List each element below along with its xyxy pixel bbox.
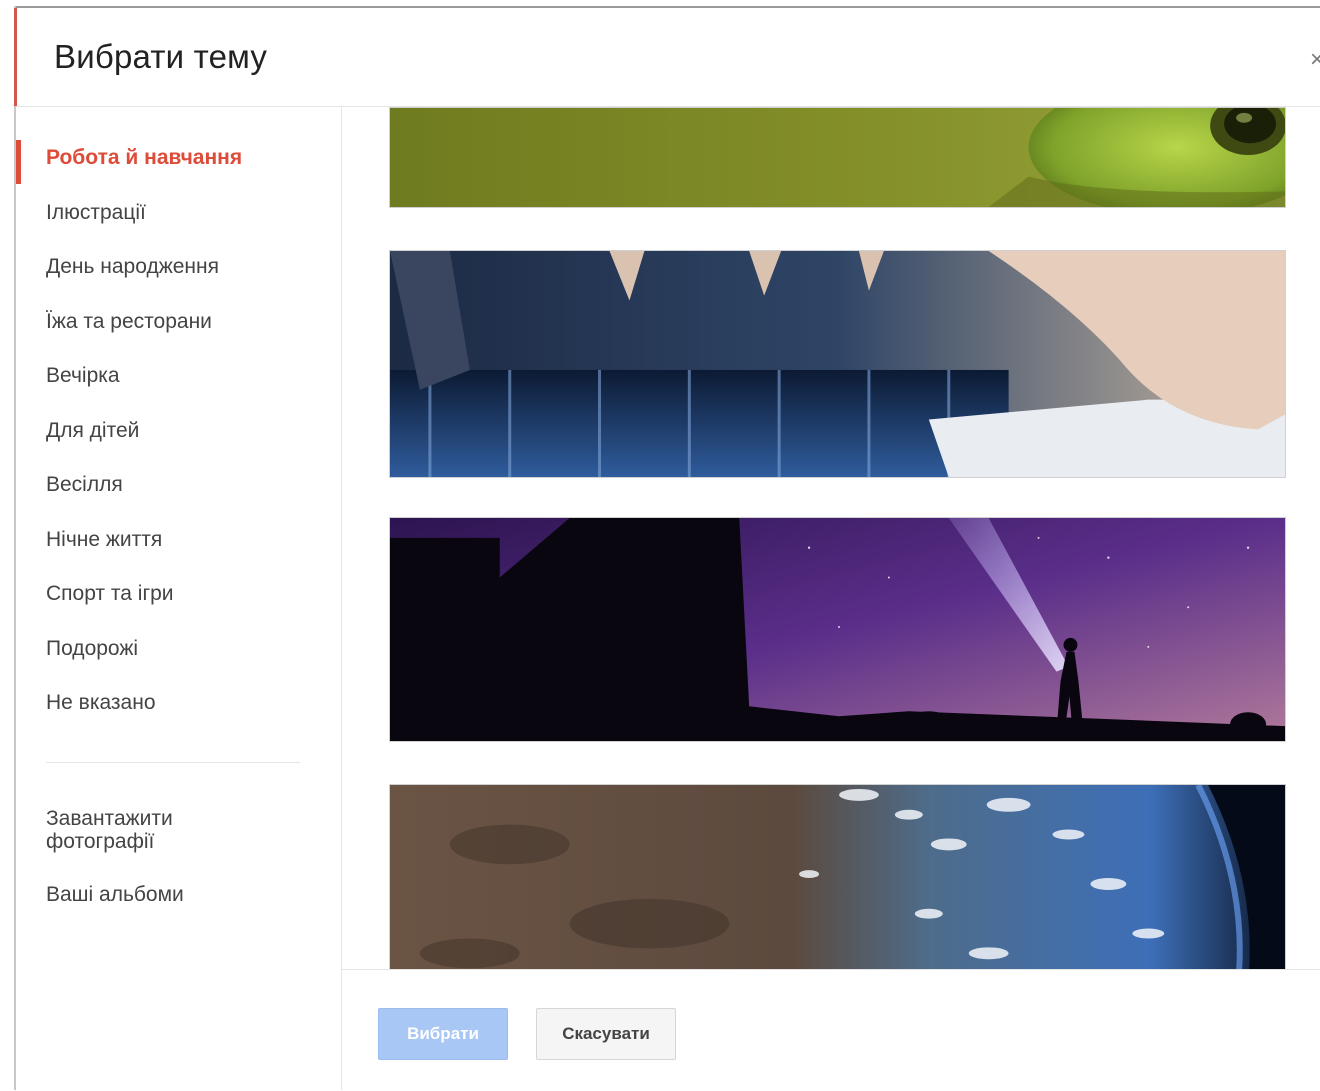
frog-image: [390, 108, 1285, 207]
category-birthday[interactable]: День народження: [16, 240, 341, 295]
category-sports-games[interactable]: Спорт та ігри: [16, 567, 341, 622]
category-illustrations[interactable]: Ілюстрації: [16, 186, 341, 241]
theme-earth[interactable]: [389, 784, 1286, 969]
sidebar-divider: [46, 762, 300, 763]
close-icon[interactable]: ×: [1310, 46, 1320, 74]
header-accent-bar: [14, 8, 17, 106]
theme-piano[interactable]: [389, 250, 1286, 478]
theme-dialog: Вибрати тему × Робота й навчання Ілюстра…: [0, 0, 1320, 1091]
earth-image: [390, 785, 1285, 969]
category-food-restaurants[interactable]: Їжа та ресторани: [16, 295, 341, 350]
cancel-button[interactable]: Скасувати: [536, 1008, 676, 1060]
theme-night-sky[interactable]: [389, 517, 1286, 742]
category-travel[interactable]: Подорожі: [16, 622, 341, 677]
select-button[interactable]: Вибрати: [378, 1008, 508, 1060]
category-party[interactable]: Вечірка: [16, 349, 341, 404]
dialog-header: Вибрати тему ×: [16, 8, 1320, 107]
night-sky-image: [390, 518, 1285, 741]
category-sidebar: Робота й навчання Ілюстрації День народж…: [16, 107, 342, 1090]
theme-gallery[interactable]: [342, 107, 1320, 969]
category-nightlife[interactable]: Нічне життя: [16, 513, 341, 568]
category-unspecified[interactable]: Не вказано: [16, 676, 341, 731]
piano-hands-image: [390, 251, 1285, 477]
category-list: Робота й навчання Ілюстрації День народж…: [16, 131, 341, 731]
theme-frog[interactable]: [389, 107, 1286, 208]
category-work-study[interactable]: Робота й навчання: [16, 131, 341, 186]
upload-photos-link[interactable]: Завантажити фотографії: [46, 807, 256, 853]
dialog-title: Вибрати тему: [54, 38, 268, 75]
dialog-footer: Вибрати Скасувати: [342, 969, 1320, 1091]
category-wedding[interactable]: Весілля: [16, 458, 341, 513]
your-albums-link[interactable]: Ваші альбоми: [46, 883, 184, 906]
category-kids[interactable]: Для дітей: [16, 404, 341, 459]
